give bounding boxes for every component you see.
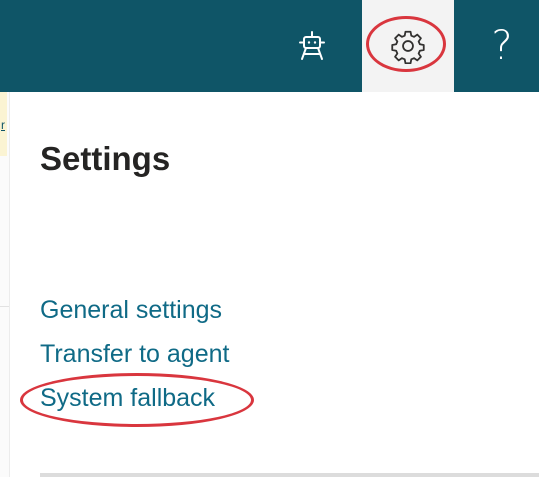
panel-bottom-divider <box>40 473 539 477</box>
settings-nav-item: General settings <box>40 288 229 332</box>
panel-title: Settings <box>40 140 171 177</box>
settings-nav-item: System fallback <box>40 376 229 420</box>
bot-icon <box>299 31 325 60</box>
background-divider <box>0 306 9 307</box>
settings-nav: General settings Transfer to agent Syste… <box>40 288 229 420</box>
gear-icon <box>391 30 425 64</box>
settings-panel: Settings General settings Transfer to ag… <box>10 92 539 477</box>
background-link-fragment[interactable]: r <box>1 118 5 132</box>
bot-button[interactable] <box>280 0 344 92</box>
help-button[interactable]: ? <box>470 0 534 92</box>
settings-button[interactable] <box>362 0 454 92</box>
top-app-bar: ? <box>0 0 539 92</box>
settings-nav-item: Transfer to agent <box>40 332 229 376</box>
transfer-to-agent-link[interactable]: Transfer to agent <box>40 332 229 376</box>
help-icon: ? <box>491 23 513 69</box>
system-fallback-link[interactable]: System fallback <box>40 376 229 420</box>
general-settings-link[interactable]: General settings <box>40 288 229 332</box>
